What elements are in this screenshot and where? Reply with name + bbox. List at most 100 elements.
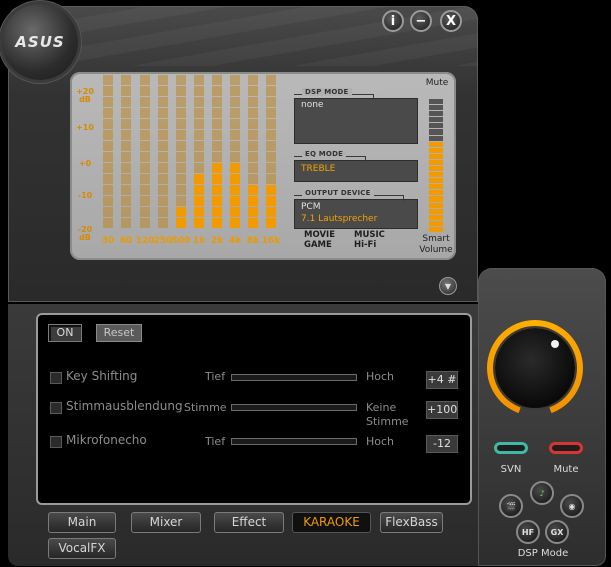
eq-band-30[interactable] — [103, 74, 113, 228]
eq-segment — [103, 184, 113, 190]
smart-volume-label[interactable]: Smart Volume — [414, 234, 458, 256]
lcd-mute-label[interactable]: Mute — [422, 78, 452, 88]
tab-vocalfx[interactable]: VocalFX — [48, 538, 116, 559]
eq-band-8k[interactable] — [248, 74, 258, 228]
eq-band-60[interactable] — [121, 74, 131, 228]
eq-segment — [212, 195, 222, 201]
eq-segment — [140, 124, 150, 129]
eq-segment — [176, 140, 186, 146]
tab-effect[interactable]: Effect — [214, 512, 284, 533]
tab-mixer[interactable]: Mixer — [131, 512, 201, 533]
eq-segment — [248, 118, 258, 124]
eq-band-250[interactable] — [158, 74, 168, 228]
eq-band-2k[interactable] — [212, 74, 222, 228]
eq-segment — [140, 157, 150, 162]
eq-segment — [103, 146, 113, 151]
eq-band-4k[interactable] — [230, 74, 240, 228]
output-device-box[interactable]: PCM 7.1 Lautsprecher — [294, 199, 418, 229]
eq-segment — [140, 96, 150, 102]
eq-segment — [121, 206, 131, 212]
eq-segment — [266, 135, 276, 140]
eq-segment — [212, 223, 222, 228]
volume-knob[interactable] — [495, 328, 575, 408]
eq-segment — [194, 212, 204, 217]
smart-volume-meter[interactable] — [429, 98, 443, 232]
eq-segment — [230, 168, 240, 173]
eq-band-1k[interactable] — [194, 74, 204, 228]
eq-segment — [194, 85, 204, 91]
info-button[interactable]: i — [382, 10, 404, 32]
tab-flexbass[interactable]: FlexBass — [380, 512, 443, 533]
volume-segment — [429, 117, 443, 123]
eq-segment — [103, 201, 113, 206]
eq-segment — [103, 168, 113, 173]
eq-segment — [176, 80, 186, 85]
mode-game[interactable]: GAME — [304, 240, 332, 250]
reset-button[interactable]: Reset — [96, 324, 142, 342]
dsp-hifi-button[interactable]: HF — [516, 520, 540, 544]
voice-cancel-slider[interactable] — [231, 404, 357, 411]
collapse-button[interactable]: ▼ — [439, 277, 457, 295]
mode-hifi[interactable]: Hi-Fi — [354, 240, 376, 250]
dsp-mode-box[interactable]: none — [294, 98, 418, 144]
eq-segment — [212, 107, 222, 113]
dsp-music-button[interactable]: ♪ — [530, 481, 554, 505]
eq-segment — [266, 173, 276, 179]
svn-label: SVN — [500, 464, 522, 475]
eq-segment — [266, 129, 276, 135]
eq-segment — [140, 146, 150, 151]
close-button[interactable]: X — [440, 10, 462, 32]
eq-segment — [121, 124, 131, 129]
eq-band-16k[interactable] — [266, 74, 276, 228]
eq-segment — [230, 85, 240, 91]
voice-cancel-max-line1: Keine — [366, 401, 397, 414]
eq-segment — [158, 162, 168, 168]
mute-button[interactable] — [549, 442, 583, 454]
eq-segment — [158, 118, 168, 124]
eq-segment — [248, 184, 258, 190]
key-shifting-checkbox[interactable] — [50, 372, 62, 384]
eq-segment — [158, 140, 168, 146]
dsp-game-button[interactable]: ◉ — [560, 494, 584, 518]
mode-movie[interactable]: MOVIE — [304, 230, 335, 240]
eq-segment — [266, 168, 276, 173]
eq-segment — [194, 118, 204, 124]
eq-segment — [121, 102, 131, 107]
eq-segment — [103, 113, 113, 118]
mode-music[interactable]: MUSIC — [354, 230, 385, 240]
eq-segment — [248, 140, 258, 146]
eq-segment — [121, 74, 131, 80]
key-shifting-slider[interactable] — [231, 374, 357, 381]
eq-segment — [121, 162, 131, 168]
key-shifting-label: Key Shifting — [66, 369, 138, 383]
mic-echo-slider[interactable] — [231, 438, 357, 445]
dsp-gx-button[interactable]: GX — [545, 520, 569, 544]
dsp-movie-button[interactable]: 🎬 — [499, 494, 523, 518]
eq-mode-box[interactable]: TREBLE — [294, 160, 418, 182]
eq-segment — [248, 151, 258, 157]
eq-segment — [212, 135, 222, 140]
eq-segment — [248, 190, 258, 195]
voice-cancel-checkbox[interactable] — [50, 402, 62, 414]
svn-button[interactable] — [494, 442, 528, 454]
eq-segment — [140, 102, 150, 107]
eq-segment — [212, 151, 222, 157]
gamepad-icon: ◉ — [568, 501, 576, 511]
tab-karaoke[interactable]: KARAOKE — [292, 512, 371, 533]
eq-band-120[interactable] — [140, 74, 150, 228]
eq-segment — [158, 113, 168, 118]
eq-segment — [194, 135, 204, 140]
eq-segment — [140, 179, 150, 184]
box-outline — [403, 195, 404, 201]
eq-segment — [212, 168, 222, 173]
volume-segment — [429, 172, 443, 178]
minimize-button[interactable]: − — [410, 10, 432, 32]
mic-echo-checkbox[interactable] — [50, 436, 62, 448]
on-button[interactable]: ON — [48, 324, 82, 342]
eq-band-500[interactable] — [176, 74, 186, 228]
volume-segment — [429, 129, 443, 135]
tab-main[interactable]: Main — [48, 512, 116, 533]
eq-segment — [140, 74, 150, 80]
eq-segment — [230, 113, 240, 118]
eq-segment — [121, 135, 131, 140]
